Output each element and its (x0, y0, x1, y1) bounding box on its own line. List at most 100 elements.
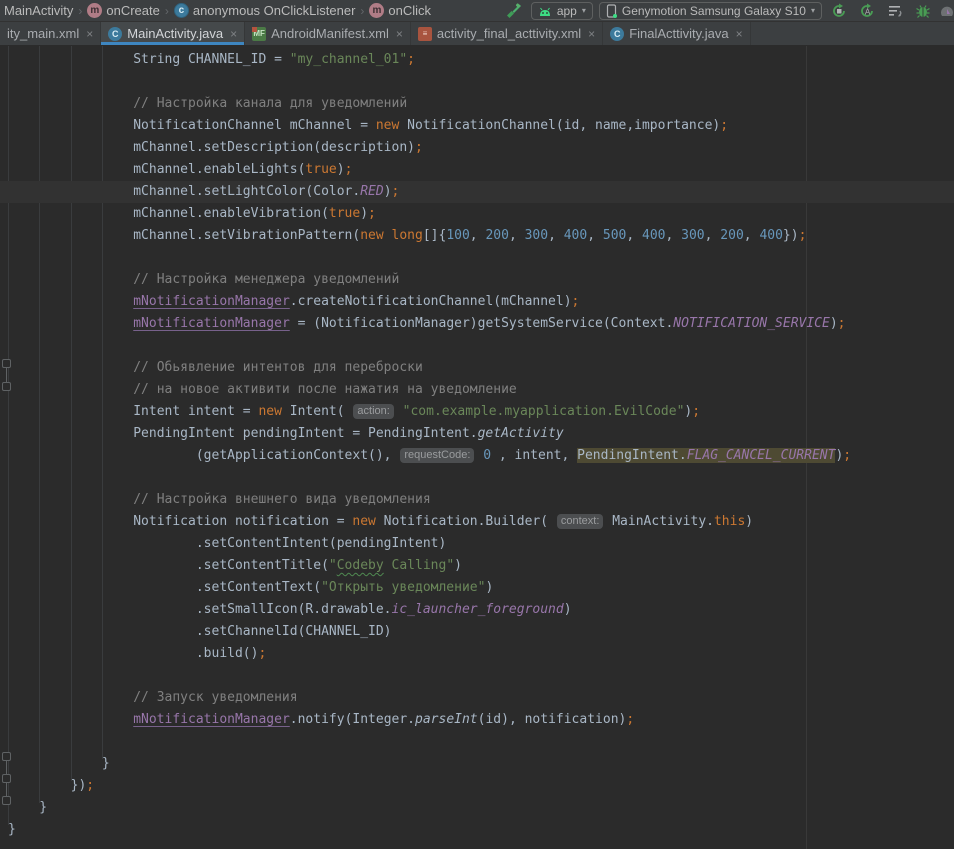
code-token: FLAG_CANCEL_CURRENT (687, 448, 836, 463)
breadcrumb-separator: › (357, 4, 367, 18)
code-token: new (258, 404, 281, 419)
code-token: Notification.Builder( (376, 514, 556, 529)
code-line: mChannel.setDescription(description); (8, 137, 954, 159)
code-line: // Настройка внешнего вида уведомления (8, 489, 954, 511)
code-line (8, 335, 954, 357)
parameter-hint: action: (353, 404, 393, 419)
code-token: 300 (681, 228, 704, 243)
tab-label: AndroidManifest.xml (271, 26, 389, 41)
code-line: String CHANNEL_ID = "my_channel_01"; (8, 49, 954, 71)
code-token: 400 (759, 228, 782, 243)
code-token: Intent( (282, 404, 352, 419)
editor-tab[interactable]: CMainActivity.java× (101, 22, 245, 45)
code-token: 400 (564, 228, 587, 243)
code-token: 200 (485, 228, 508, 243)
code-token: ; (392, 184, 400, 199)
code-token: 500 (603, 228, 626, 243)
code-line: .setContentTitle("Codeby Calling") (8, 555, 954, 577)
code-token: .setContentText( (8, 580, 321, 595)
fold-marker-icon[interactable] (2, 796, 11, 805)
breadcrumb-item[interactable]: MainActivity (2, 3, 75, 18)
code-token: , (548, 228, 564, 243)
code-token: // Запуск уведомления (8, 690, 298, 705)
tab-close-icon[interactable]: × (228, 27, 237, 41)
editor-tab[interactable]: C FinalActtivity.java × (603, 22, 750, 45)
fold-marker-icon[interactable] (2, 359, 11, 368)
code-token: "my_channel_01" (290, 52, 407, 67)
code-line: } (8, 797, 954, 819)
tab-close-icon[interactable]: × (586, 27, 595, 41)
code-token: .setSmallIcon(R.drawable. (8, 602, 392, 617)
code-token: PendingIntent. (577, 448, 687, 463)
code-token: , (666, 228, 682, 243)
code-line: .setSmallIcon(R.drawable.ic_launcher_for… (8, 599, 954, 621)
code-token: ) (485, 580, 493, 595)
code-token: .setContentTitle( (8, 558, 329, 573)
breadcrumb-label: MainActivity (4, 3, 73, 18)
editor-tab[interactable]: ≡activity_final_acttivity.xml× (411, 22, 603, 45)
code-line (8, 731, 954, 753)
tab-close-icon[interactable]: × (84, 27, 93, 41)
code-line: // на новое активити после нажатия на ув… (8, 379, 954, 401)
chevron-down-icon: ▾ (582, 6, 586, 15)
code-token: ) (384, 184, 392, 199)
tab-label: MainActivity.java (127, 26, 223, 41)
code-token: ) (745, 514, 753, 529)
code-line (8, 247, 954, 269)
code-token: "Открыть уведомление" (321, 580, 485, 595)
apply-code-changes-button[interactable]: A (856, 1, 878, 21)
code-token: mNotificationManager (133, 294, 290, 309)
breadcrumb-item[interactable]: monCreate (85, 3, 161, 18)
code-token: ; (415, 140, 423, 155)
code-token: ; (843, 448, 851, 463)
code-token: Notification notification = (8, 514, 352, 529)
profiler-button[interactable] (940, 1, 954, 21)
code-token: parseInt (415, 712, 478, 727)
code-token: ; (368, 206, 376, 221)
code-token: .notify(Integer. (290, 712, 415, 727)
code-token: ; (572, 294, 580, 309)
fold-marker-icon[interactable] (2, 774, 11, 783)
fold-marker-icon[interactable] (2, 752, 11, 761)
java-class-icon: C (610, 27, 624, 41)
code-token: ; (692, 404, 700, 419)
code-line: .setContentIntent(pendingIntent) (8, 533, 954, 555)
code-line: }); (8, 775, 954, 797)
code-line: .setChannelId(CHANNEL_ID) (8, 621, 954, 643)
code-token: NOTIFICATION_SERVICE (673, 316, 830, 331)
breadcrumb-label: anonymous OnClickListener (193, 3, 356, 18)
run-configuration-label: app (557, 4, 577, 18)
breadcrumb-separator: › (75, 4, 85, 18)
code-token: PendingIntent pendingIntent = PendingInt… (8, 426, 478, 441)
code-token: Calling" (384, 558, 454, 573)
breadcrumb: MainActivity›monCreate›canonymous OnClic… (0, 0, 433, 22)
code-lines: String CHANNEL_ID = "my_channel_01"; // … (8, 49, 954, 841)
breadcrumb-item[interactable]: monClick (367, 3, 433, 18)
debug-button[interactable] (912, 1, 934, 21)
tab-label: FinalActtivity.java (629, 26, 728, 41)
tab-close-icon[interactable]: × (394, 27, 403, 41)
code-token: .createNotificationChannel(mChannel) (290, 294, 572, 309)
run-with-coverage-button[interactable] (884, 1, 906, 21)
fold-marker-icon[interactable] (2, 382, 11, 391)
method-icon: m (87, 3, 102, 18)
code-line: // Обьявление интентов для переброски (8, 357, 954, 379)
tab-close-icon[interactable]: × (734, 27, 743, 41)
run-configuration-select[interactable]: app ▾ (531, 2, 593, 20)
code-token: MainActivity. (604, 514, 714, 529)
editor-tab[interactable]: MFAndroidManifest.xml× (245, 22, 411, 45)
editor-tab[interactable]: ity_main.xml× (0, 22, 101, 45)
code-token: ) (360, 206, 368, 221)
code-editor[interactable]: String CHANNEL_ID = "my_channel_01"; // … (0, 46, 954, 849)
code-token: true (305, 162, 336, 177)
code-token: // Обьявление интентов для переброски (8, 360, 423, 375)
code-line (8, 467, 954, 489)
code-token: 300 (525, 228, 548, 243)
device-selector[interactable]: Genymotion Samsung Galaxy S10 ▾ (599, 2, 822, 20)
code-token: ; (258, 646, 266, 661)
editor-tab-bar: ity_main.xml×CMainActivity.java×MFAndroi… (0, 22, 954, 46)
code-line: // Настройка менеджера уведомлений (8, 269, 954, 291)
apply-changes-button[interactable] (828, 1, 850, 21)
build-hammer-button[interactable] (503, 1, 525, 21)
breadcrumb-item[interactable]: canonymous OnClickListener (172, 3, 358, 18)
